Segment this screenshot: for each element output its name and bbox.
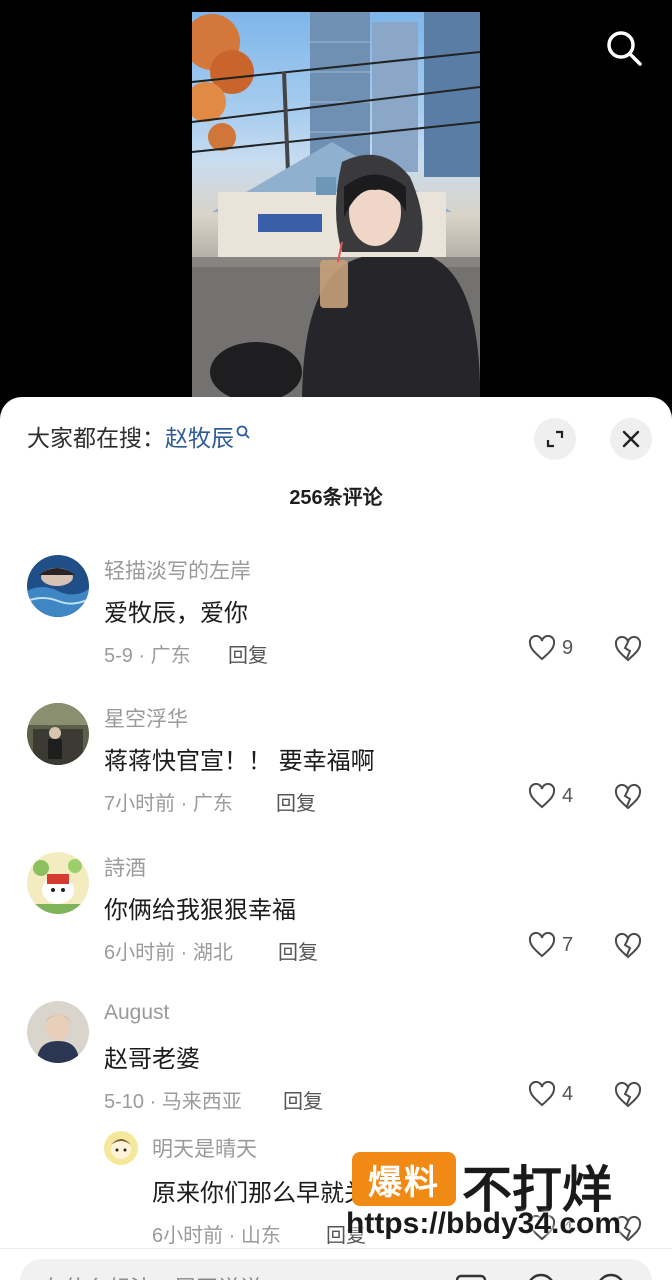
comment-sheet: 大家都在搜： 赵牧辰 256条评论 轻描淡写的左岸 爱牧辰，爱你 5-9 · 广…	[0, 397, 672, 1280]
trending-label: 大家都在搜：	[27, 425, 165, 451]
at-icon[interactable]	[524, 1271, 558, 1280]
comment-meta: 5-10 · 马来西亚	[104, 1091, 242, 1113]
expand-icon	[546, 430, 564, 448]
avatar[interactable]	[27, 703, 89, 765]
dislike-button[interactable]	[613, 932, 643, 965]
heart-icon	[528, 635, 556, 661]
comment-count: 256条评论	[289, 487, 383, 509]
search-icon	[607, 31, 642, 66]
dislike-button[interactable]	[613, 783, 643, 816]
close-icon	[622, 430, 640, 448]
keyword-search-icon	[236, 425, 250, 439]
video-frame[interactable]	[192, 12, 480, 404]
expand-button[interactable]	[534, 418, 576, 460]
broken-heart-icon	[614, 783, 642, 810]
like-button[interactable]: 4	[528, 783, 573, 809]
trending-keyword-link[interactable]: 赵牧辰	[165, 423, 234, 453]
heart-icon	[528, 783, 556, 809]
like-button[interactable]: 7	[528, 932, 573, 958]
like-count: 7	[562, 933, 574, 956]
like-count: 4	[562, 784, 574, 807]
reply-button[interactable]: 回复	[228, 639, 268, 668]
comment-text: 赵哥老婆	[104, 1046, 200, 1073]
comment-input-bar: 有什么想法，展开说说	[0, 1248, 672, 1280]
comment-meta: 5-9 · 广东	[104, 645, 191, 667]
comment-text: 蒋蒋快官宣！！ 要幸福啊	[104, 748, 375, 775]
comment-item: 轻描淡写的左岸 爱牧辰，爱你 5-9 · 广东 回复 9	[0, 555, 672, 695]
heart-icon	[528, 932, 556, 958]
reply-username[interactable]: 明天是晴天	[152, 1133, 257, 1163]
comment-username[interactable]: 轻描淡写的左岸	[104, 555, 251, 585]
video-thumbnail	[192, 12, 480, 404]
emoji-icon[interactable]	[594, 1271, 628, 1280]
comment-text: 爱牧辰，爱你	[104, 600, 248, 627]
comment-meta: 6小时前 · 湖北	[104, 942, 233, 964]
comment-text: 你俩给我狠狠幸福	[104, 897, 296, 924]
comment-username[interactable]: 星空浮华	[104, 703, 188, 733]
heart-icon	[528, 1081, 556, 1107]
avatar[interactable]	[27, 852, 89, 914]
image-icon[interactable]	[454, 1271, 488, 1280]
like-button[interactable]: 9	[528, 635, 573, 661]
reply-button[interactable]: 回复	[278, 936, 318, 965]
comment-input-placeholder: 有什么想法，展开说说	[42, 1271, 262, 1280]
trending-search: 大家都在搜： 赵牧辰	[27, 423, 250, 453]
watermark-url: https://bbdy34.com	[346, 1207, 622, 1240]
broken-heart-icon	[614, 1081, 642, 1108]
like-count: 9	[562, 636, 574, 659]
reply-meta: 6小时前 · 山东	[152, 1225, 281, 1247]
comment-item: August 赵哥老婆 5-10 · 马来西亚 回复 4	[0, 1001, 672, 1141]
dislike-button[interactable]	[613, 1081, 643, 1114]
like-count: 4	[562, 1082, 574, 1105]
sheet-header: 大家都在搜： 赵牧辰 256条评论	[0, 397, 672, 509]
avatar[interactable]	[27, 555, 89, 617]
comment-username[interactable]: August	[104, 1001, 169, 1025]
reply-button[interactable]: 回复	[283, 1085, 323, 1114]
comment-item: 星空浮华 蒋蒋快官宣！！ 要幸福啊 7小时前 · 广东 回复 4	[0, 703, 672, 843]
video-player[interactable]	[0, 0, 672, 420]
dislike-button[interactable]	[613, 635, 643, 668]
reply-button[interactable]: 回复	[276, 787, 316, 816]
broken-heart-icon	[614, 635, 642, 662]
comment-meta: 7小时前 · 广东	[104, 793, 233, 815]
close-button[interactable]	[610, 418, 652, 460]
avatar[interactable]	[27, 1001, 89, 1063]
broken-heart-icon	[614, 932, 642, 959]
comment-username[interactable]: 詩酒	[104, 852, 146, 882]
comment-item: 詩酒 你俩给我狠狠幸福 6小时前 · 湖北 回复 7	[0, 852, 672, 992]
watermark-badge: 爆料	[352, 1152, 456, 1206]
avatar[interactable]	[104, 1131, 138, 1165]
search-button[interactable]	[600, 24, 648, 72]
like-button[interactable]: 4	[528, 1081, 573, 1107]
